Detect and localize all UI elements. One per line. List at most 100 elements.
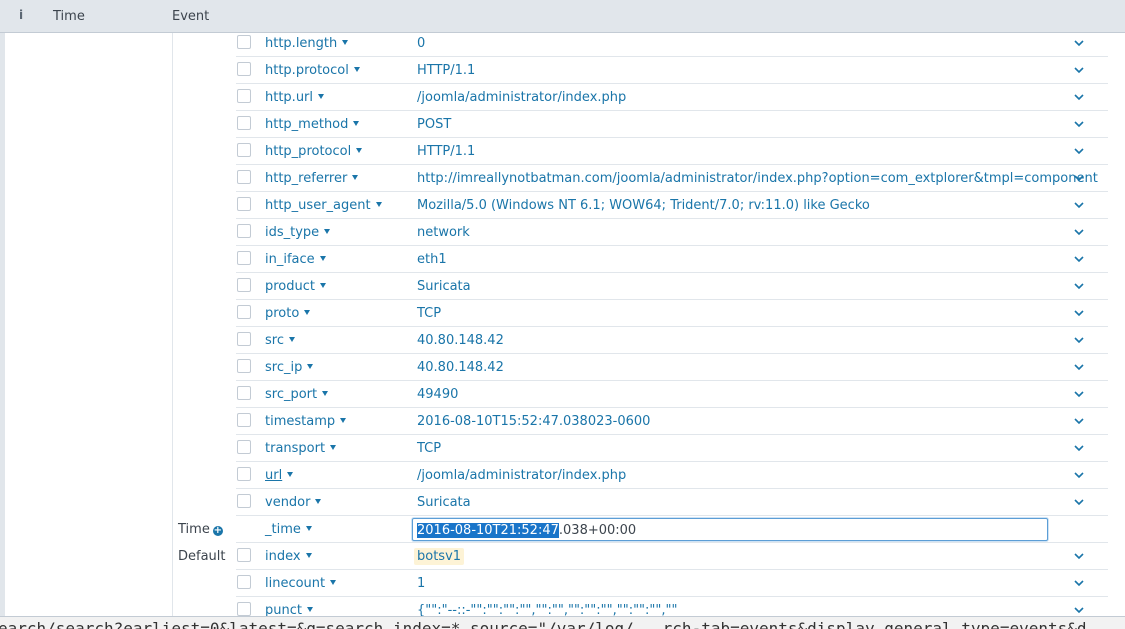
add-time-icon[interactable]: + — [212, 526, 223, 536]
field-value[interactable]: HTTP/1.1 — [417, 63, 475, 78]
chevron-down-icon[interactable] — [1073, 280, 1085, 292]
field-select-checkbox[interactable] — [237, 35, 251, 49]
field-menu-caret-icon[interactable] — [342, 40, 349, 45]
field-select-checkbox[interactable] — [237, 116, 251, 130]
chevron-down-icon[interactable] — [1073, 442, 1085, 454]
field-value[interactable]: 1 — [417, 576, 425, 591]
field-name-link[interactable]: http_method — [265, 117, 360, 132]
field-menu-caret-icon[interactable] — [324, 229, 331, 234]
field-name-link[interactable]: timestamp — [265, 414, 347, 429]
chevron-down-icon[interactable] — [1073, 577, 1085, 589]
field-menu-caret-icon[interactable] — [356, 148, 363, 153]
field-select-checkbox[interactable] — [237, 332, 251, 346]
field-name-link[interactable]: http_user_agent — [265, 198, 382, 213]
field-name-link[interactable]: src — [265, 333, 295, 348]
field-name-link[interactable]: src_port — [265, 387, 329, 402]
field-value[interactable]: POST — [417, 117, 451, 132]
chevron-down-icon[interactable] — [1073, 334, 1085, 346]
field-select-checkbox[interactable] — [237, 305, 251, 319]
field-name-link[interactable]: http_referrer — [265, 171, 359, 186]
field-value[interactable]: Suricata — [417, 495, 471, 510]
field-name-link[interactable]: http_protocol — [265, 144, 363, 159]
field-select-checkbox[interactable] — [237, 494, 251, 508]
field-menu-caret-icon[interactable] — [305, 526, 312, 531]
chevron-down-icon[interactable] — [1073, 118, 1085, 130]
chevron-down-icon[interactable] — [1073, 253, 1085, 265]
field-value[interactable]: /joomla/administrator/index.php — [417, 468, 626, 483]
field-select-checkbox[interactable] — [237, 224, 251, 238]
chevron-down-icon[interactable] — [1073, 91, 1085, 103]
event-column-header[interactable]: Event — [172, 9, 209, 24]
field-value[interactable]: Suricata — [417, 279, 471, 294]
field-value[interactable]: eth1 — [417, 252, 447, 267]
field-value[interactable]: TCP — [417, 441, 441, 456]
field-menu-caret-icon[interactable] — [330, 580, 337, 585]
chevron-down-icon[interactable] — [1073, 145, 1085, 157]
field-select-checkbox[interactable] — [237, 467, 251, 481]
field-menu-caret-icon[interactable] — [330, 445, 337, 450]
field-select-checkbox[interactable] — [237, 359, 251, 373]
field-select-checkbox[interactable] — [237, 278, 251, 292]
field-select-checkbox[interactable] — [237, 62, 251, 76]
field-value[interactable]: Mozilla/5.0 (Windows NT 6.1; WOW64; Trid… — [417, 198, 870, 213]
field-value[interactable]: http://imreallynotbatman.com/joomla/admi… — [417, 171, 1098, 186]
field-select-checkbox[interactable] — [237, 413, 251, 427]
field-menu-caret-icon[interactable] — [340, 418, 347, 423]
field-value[interactable]: 49490 — [417, 387, 458, 402]
field-value[interactable]: 40.80.148.42 — [417, 360, 504, 375]
field-name-link[interactable]: http.url — [265, 90, 325, 105]
chevron-down-icon[interactable] — [1073, 388, 1085, 400]
field-menu-caret-icon[interactable] — [319, 256, 326, 261]
field-menu-caret-icon[interactable] — [288, 337, 295, 342]
field-value[interactable]: HTTP/1.1 — [417, 144, 475, 159]
field-name-link[interactable]: proto — [265, 306, 311, 321]
field-select-checkbox[interactable] — [237, 548, 251, 562]
chevron-down-icon[interactable] — [1073, 415, 1085, 427]
field-menu-caret-icon[interactable] — [320, 283, 327, 288]
field-value[interactable]: 40.80.148.42 — [417, 333, 504, 348]
chevron-down-icon[interactable] — [1073, 199, 1085, 211]
chevron-down-icon[interactable] — [1073, 226, 1085, 238]
field-name-link[interactable]: src_ip — [265, 360, 314, 375]
field-value[interactable]: /joomla/administrator/index.php — [417, 90, 626, 105]
chevron-down-icon[interactable] — [1073, 37, 1085, 49]
info-column-icon[interactable]: i — [19, 8, 23, 22]
field-name-link[interactable]: product — [265, 279, 327, 294]
field-name-link[interactable]: http.protocol — [265, 63, 360, 78]
field-name-link[interactable]: transport — [265, 441, 337, 456]
field-select-checkbox[interactable] — [237, 197, 251, 211]
chevron-down-icon[interactable] — [1073, 469, 1085, 481]
field-select-checkbox[interactable] — [237, 89, 251, 103]
field-select-checkbox[interactable] — [237, 386, 251, 400]
field-menu-caret-icon[interactable] — [322, 391, 329, 396]
time-column-header[interactable]: Time — [53, 9, 85, 24]
chevron-down-icon[interactable] — [1073, 64, 1085, 76]
chevron-down-icon[interactable] — [1073, 361, 1085, 373]
field-name-link[interactable]: vendor — [265, 495, 322, 510]
field-menu-caret-icon[interactable] — [375, 202, 382, 207]
field-select-checkbox[interactable] — [237, 602, 251, 616]
field-select-checkbox[interactable] — [237, 143, 251, 157]
time-value-field[interactable]: 2016-08-10T21:52:47.038+00:00 — [412, 518, 1048, 541]
field-name-link[interactable]: url — [265, 468, 294, 483]
field-name-link[interactable]: in_iface — [265, 252, 326, 267]
field-name-link[interactable]: index — [265, 549, 312, 564]
field-menu-caret-icon[interactable] — [353, 67, 360, 72]
chevron-down-icon[interactable] — [1073, 172, 1085, 184]
field-name-link[interactable]: _time — [265, 522, 312, 537]
field-select-checkbox[interactable] — [237, 440, 251, 454]
field-value[interactable]: 0 — [417, 36, 425, 51]
field-value[interactable]: network — [417, 225, 470, 240]
field-value[interactable]: botsv1 — [414, 548, 465, 565]
field-menu-caret-icon[interactable] — [305, 553, 312, 558]
field-menu-caret-icon[interactable] — [318, 94, 325, 99]
chevron-down-icon[interactable] — [1073, 307, 1085, 319]
field-menu-caret-icon[interactable] — [307, 364, 314, 369]
field-name-link[interactable]: http.length — [265, 36, 349, 51]
chevron-down-icon[interactable] — [1073, 550, 1085, 562]
field-menu-caret-icon[interactable] — [306, 607, 313, 612]
field-menu-caret-icon[interactable] — [315, 499, 322, 504]
field-name-link[interactable]: ids_type — [265, 225, 331, 240]
field-menu-caret-icon[interactable] — [287, 472, 294, 477]
chevron-down-icon[interactable] — [1073, 604, 1085, 616]
